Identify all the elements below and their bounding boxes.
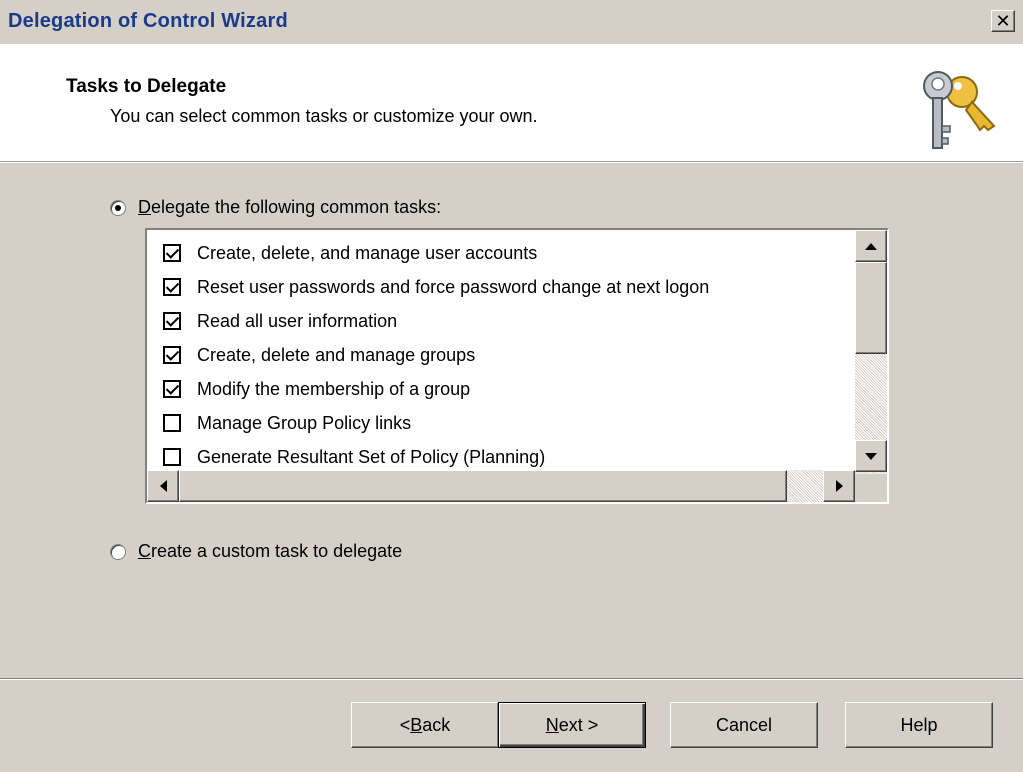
task-checkbox[interactable] [163,448,181,466]
task-label: Generate Resultant Set of Policy (Planni… [197,446,546,467]
task-checkbox[interactable] [163,278,181,296]
header-divider [0,162,1023,163]
horizontal-scroll-thumb[interactable] [179,470,787,502]
task-checkbox[interactable] [163,346,181,364]
scroll-up-button[interactable] [855,230,887,262]
back-button-accel: B [410,714,423,735]
task-checkbox[interactable] [163,414,181,432]
list-item[interactable]: Generate Resultant Set of Policy (Planni… [147,440,853,474]
task-label: Create, delete and manage groups [197,344,476,365]
radio-common-tasks-text: elegate the following common tasks: [151,197,442,217]
list-item[interactable]: Read all user information [147,304,853,338]
radio-common-tasks-label: Delegate the following common tasks: [138,197,441,218]
list-item[interactable]: Manage Group Policy links [147,406,853,440]
scrollbar-corner [855,474,887,502]
list-item[interactable]: Reset user passwords and force password … [147,270,853,304]
window-title: Delegation of Control Wizard [8,9,288,32]
back-button-prefix: < [399,714,411,735]
arrow-down-icon [865,452,877,460]
task-listbox[interactable]: Create, delete, and manage user accounts… [145,228,889,504]
close-icon: ✕ [995,11,1011,31]
radio-custom-task-row[interactable]: Create a custom task to delegate [110,541,402,562]
list-item[interactable]: Create, delete and manage groups [147,338,853,372]
list-item[interactable]: Modify the membership of a group [147,372,853,406]
arrow-right-icon [835,480,843,492]
close-button[interactable]: ✕ [991,10,1015,32]
task-checkbox[interactable] [163,380,181,398]
vertical-scrollbar[interactable] [855,230,887,474]
keys-icon [923,71,996,149]
scroll-down-button[interactable] [855,440,887,472]
title-bar: Delegation of Control Wizard ✕ [0,0,1023,42]
accel-c: C [138,541,151,561]
help-button[interactable]: Help [845,702,993,748]
task-label: Manage Group Policy links [197,412,412,433]
radio-custom-task[interactable] [110,543,126,560]
task-label: Reset user passwords and force password … [197,276,710,297]
next-button[interactable]: Next > [498,702,646,748]
next-button-text: ext > [558,714,599,735]
task-label: Read all user information [197,310,398,331]
task-list: Create, delete, and manage user accounts… [147,236,853,474]
task-checkbox[interactable] [163,312,181,330]
task-label: Modify the membership of a group [197,378,471,399]
cancel-button-text: Cancel [715,714,773,735]
help-button-text: Help [900,714,938,735]
wizard-header: Tasks to Delegate You can select common … [0,44,1023,162]
list-item[interactable]: Create, delete, and manage user accounts [147,236,853,270]
accel-d: D [138,197,151,217]
task-label: Create, delete, and manage user accounts [197,242,538,263]
next-button-accel: N [545,714,559,735]
radio-custom-task-label: Create a custom task to delegate [138,541,402,562]
vertical-scroll-thumb[interactable] [855,262,887,354]
cancel-button[interactable]: Cancel [670,702,818,748]
page-title: Tasks to Delegate [66,76,227,97]
arrow-left-icon [159,480,167,492]
back-button[interactable]: < Back [351,702,499,748]
arrow-up-icon [865,242,877,250]
radio-common-tasks-row[interactable]: Delegate the following common tasks: [110,197,441,218]
footer-divider-highlight [0,679,1023,680]
page-subtitle: You can select common tasks or customize… [110,106,538,126]
wizard-window: Delegation of Control Wizard ✕ Tasks to … [0,0,1023,772]
scroll-right-button[interactable] [823,470,855,502]
back-button-text: ack [422,714,451,735]
task-checkbox[interactable] [163,244,181,262]
scroll-left-button[interactable] [147,470,179,502]
horizontal-scrollbar[interactable] [147,470,855,502]
radio-common-tasks[interactable] [110,199,126,216]
radio-custom-task-text: reate a custom task to delegate [151,541,403,561]
